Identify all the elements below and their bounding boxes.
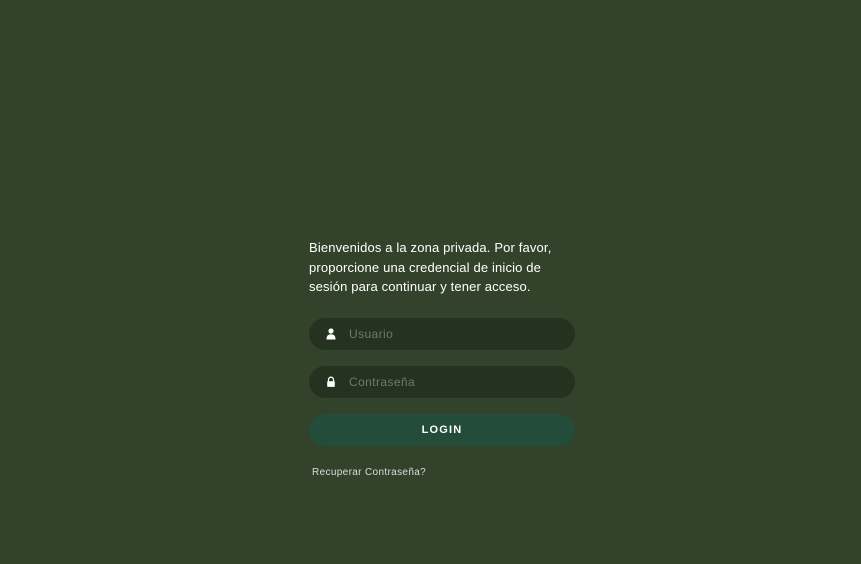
username-input[interactable] [349, 318, 559, 350]
user-icon [326, 328, 336, 340]
login-button[interactable]: LOGIN [309, 414, 575, 446]
login-page: Bienvenidos a la zona privada. Por favor… [0, 0, 861, 564]
welcome-message: Bienvenidos a la zona privada. Por favor… [309, 240, 552, 294]
lock-icon [327, 376, 335, 387]
username-field[interactable] [309, 318, 575, 350]
login-box: Bienvenidos a la zona privada. Por favor… [309, 238, 575, 478]
recover-password-link[interactable]: Recuperar Contraseña? [312, 467, 426, 478]
password-field[interactable] [309, 366, 575, 398]
password-input[interactable] [349, 366, 559, 398]
